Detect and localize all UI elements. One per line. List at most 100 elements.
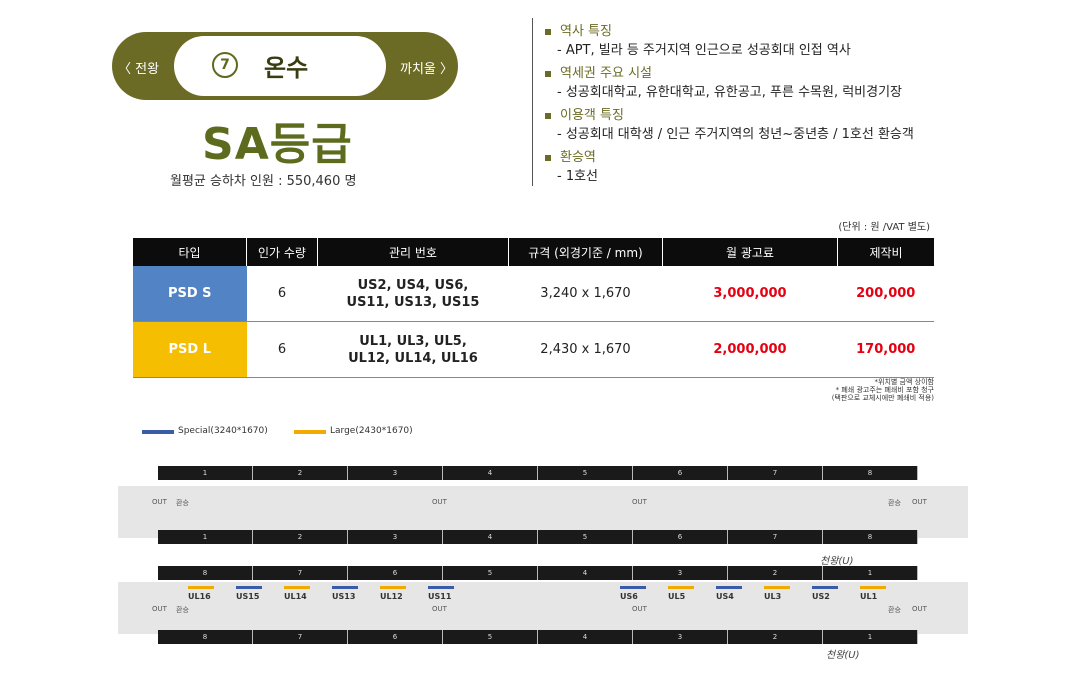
ad-unit-marker — [620, 586, 646, 589]
col-header: 규격 (외경기준 / mm) — [508, 238, 663, 266]
legend-large-label: Large(2430*1670) — [330, 426, 413, 436]
codes-line: US2, US4, US6, — [357, 277, 469, 293]
line-number-badge: 7 — [212, 52, 238, 78]
type-cell: PSD S — [133, 266, 247, 322]
divider — [532, 18, 533, 186]
col-header: 타입 — [133, 238, 247, 266]
door-segment: 8 — [823, 530, 918, 544]
door-segment: 6 — [348, 566, 443, 580]
door-segment: 8 — [158, 566, 253, 580]
fee-cell: 3,000,000 — [662, 266, 838, 322]
door-segment: 8 — [158, 630, 253, 644]
track-4: 87654321 — [158, 630, 918, 644]
ad-unit-marker — [812, 586, 838, 589]
col-header: 월 광고료 — [662, 238, 838, 266]
codes-cell: UL1, UL3, UL5, UL12, UL14, UL16 — [317, 321, 509, 378]
door-segment: 2 — [253, 466, 348, 480]
legend-large-swatch — [294, 430, 326, 434]
ad-unit-label: UL1 — [860, 592, 878, 601]
door-segment: 6 — [633, 530, 728, 544]
station-name: 온수 — [264, 54, 309, 82]
ad-unit-marker — [380, 586, 406, 589]
door-segment: 8 — [823, 466, 918, 480]
table-row: PSD S 6 US2, US4, US6, US11, US13, US15 … — [133, 266, 934, 322]
feature-heading: 이용객 특징 — [560, 108, 624, 123]
door-segment: 3 — [348, 466, 443, 480]
ad-unit-label: US15 — [236, 592, 260, 601]
door-segment: 4 — [538, 630, 633, 644]
door-segment: 3 — [348, 530, 443, 544]
door-segment: 2 — [728, 566, 823, 580]
track-3: 87654321 — [158, 566, 918, 580]
ad-unit-marker — [188, 586, 214, 589]
track-2: 12345678 — [158, 530, 918, 544]
exit-label: OUT — [632, 498, 647, 506]
exit-label: OUT — [432, 605, 447, 613]
transfer-label: 환승 — [176, 606, 189, 614]
ad-unit-label: US4 — [716, 592, 734, 601]
footnote: (택판으로 교체시에만 폐쇄비 적용) — [831, 394, 934, 402]
legend-special-label: Special(3240*1670) — [178, 426, 268, 436]
door-segment: 6 — [633, 466, 728, 480]
feature-station: 역사 특징 - APT, 빌라 등 주거지역 인근으로 성공회대 인접 역사 — [545, 20, 851, 58]
door-segment: 7 — [728, 466, 823, 480]
feature-users: 이용객 특징 - 성공회대 대학생 / 인근 주거지역의 청년~중년층 / 1호… — [545, 104, 914, 142]
codes-line: UL1, UL3, UL5, — [359, 333, 467, 349]
direction-label: 천왕(U) — [820, 556, 854, 567]
platform-lower — [118, 582, 968, 634]
feature-transfer: 환승역 - 1호선 — [545, 146, 598, 184]
type-cell: PSD L — [133, 321, 247, 378]
station-grade: SA등급 — [202, 119, 353, 170]
door-segment: 3 — [633, 566, 728, 580]
exit-label: OUT — [912, 605, 927, 613]
legend-special-swatch — [142, 430, 174, 434]
exit-label: OUT — [912, 498, 927, 506]
exit-label: OUT — [632, 605, 647, 613]
feature-desc: - 1호선 — [557, 169, 599, 184]
door-segment: 2 — [253, 530, 348, 544]
door-segment: 6 — [348, 630, 443, 644]
transfer-label: 환승 — [888, 499, 901, 507]
fee-cell: 2,000,000 — [662, 321, 838, 378]
qty-cell: 6 — [246, 266, 318, 322]
door-segment: 3 — [633, 630, 728, 644]
feature-facilities: 역세권 주요 시설 - 성공회대학교, 유한대학교, 유한공고, 푸른 수목원,… — [545, 62, 902, 100]
feature-heading: 역세권 주요 시설 — [560, 66, 652, 81]
ad-unit-label: US11 — [428, 592, 452, 601]
door-segment: 7 — [253, 630, 348, 644]
door-segment: 5 — [538, 530, 633, 544]
feature-heading: 역사 특징 — [560, 24, 612, 39]
ad-unit-label: UL14 — [284, 592, 307, 601]
door-segment: 2 — [728, 630, 823, 644]
ad-unit-label: UL3 — [764, 592, 782, 601]
door-segment: 1 — [158, 466, 253, 480]
exit-label: OUT — [432, 498, 447, 506]
door-segment: 7 — [253, 566, 348, 580]
door-segment: 4 — [538, 566, 633, 580]
codes-cell: US2, US4, US6, US11, US13, US15 — [317, 266, 509, 322]
ad-unit-label: UL16 — [188, 592, 211, 601]
ad-unit-label: UL12 — [380, 592, 403, 601]
ad-unit-label: US13 — [332, 592, 356, 601]
codes-line: US11, US13, US15 — [346, 294, 480, 310]
feature-desc: - 성공회대 대학생 / 인근 주거지역의 청년~중년층 / 1호선 환승객 — [557, 127, 914, 142]
ad-unit-label: UL5 — [668, 592, 686, 601]
next-station[interactable]: 까치울 〉 — [400, 58, 453, 77]
rate-table: 타입 인가 수량 관리 번호 규격 (외경기준 / mm) 월 광고료 제작비 … — [133, 238, 934, 378]
door-segment: 1 — [823, 566, 918, 580]
ad-unit-marker — [236, 586, 262, 589]
size-cell: 2,430 x 1,670 — [508, 321, 663, 378]
direction-label: 천왕(U) — [826, 650, 860, 661]
size-cell: 3,240 x 1,670 — [508, 266, 663, 322]
col-header: 제작비 — [837, 238, 934, 266]
ad-unit-marker — [716, 586, 742, 589]
transfer-label: 환승 — [176, 499, 189, 507]
production-cell: 170,000 — [837, 321, 934, 378]
production-cell: 200,000 — [837, 266, 934, 322]
ad-unit-marker — [764, 586, 790, 589]
prev-station[interactable]: 〈 전왕 — [118, 58, 159, 77]
table-row: PSD L 6 UL1, UL3, UL5, UL12, UL14, UL16 … — [133, 321, 934, 378]
exit-label: OUT — [152, 498, 167, 506]
door-segment: 5 — [443, 630, 538, 644]
ad-unit-marker — [428, 586, 454, 589]
